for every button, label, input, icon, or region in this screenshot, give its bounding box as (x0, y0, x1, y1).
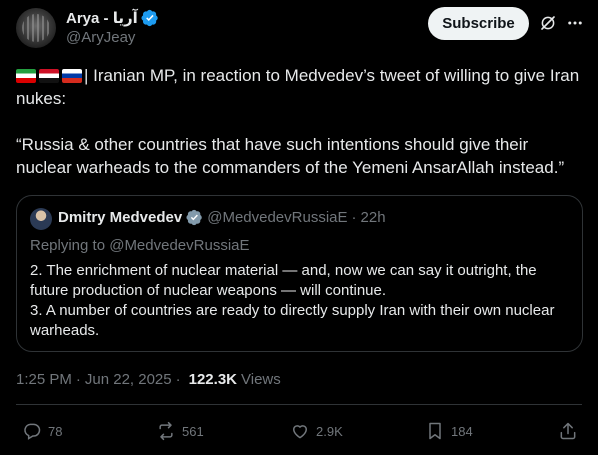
verified-badge-icon (141, 9, 158, 27)
quoted-tweet-time: 22h (360, 209, 386, 226)
replying-to: Replying to @MedvedevRussiaE (30, 237, 250, 254)
like-count: 2.9K (316, 423, 343, 439)
tweet-meta: 1:25 PM · Jun 22, 2025 · 122.3K Views (16, 371, 281, 388)
quoted-tweet-header: Dmitry Medvedev @MedvedevRussiaE · 22h (58, 209, 386, 226)
like-button[interactable]: 2.9K (290, 420, 343, 442)
author-avatar[interactable] (16, 8, 56, 48)
quoted-author-name: Dmitry Medvedev (58, 209, 183, 226)
reply-count: 78 (48, 423, 63, 439)
quoted-author-avatar (30, 208, 52, 230)
quoted-body-line-2: 3. A number of countries are ready to di… (30, 302, 555, 339)
heart-icon (293, 425, 307, 439)
share-icon (560, 422, 576, 440)
russia-flag-icon (62, 69, 82, 83)
more-icon[interactable] (566, 14, 584, 32)
repost-icon (159, 421, 173, 441)
tweet-line-1: | Iranian MP, in reaction to Medvedev’s … (16, 66, 580, 108)
repost-button[interactable]: 561 (156, 420, 204, 442)
flag-emojis (16, 69, 82, 83)
reply-button[interactable]: 78 (22, 420, 62, 442)
share-button[interactable] (558, 420, 578, 442)
author-name-row[interactable]: Arya - آریا (66, 8, 159, 28)
bookmark-count: 184 (451, 423, 473, 439)
iran-flag-icon (16, 69, 36, 83)
repost-count: 561 (182, 423, 204, 439)
quoted-tweet-body: 2. The enrichment of nuclear material — … (30, 261, 570, 341)
tweet-text: | Iranian MP, in reaction to Medvedev’s … (16, 64, 582, 179)
views-label: Views (241, 371, 281, 388)
tweet-paragraph-1: | Iranian MP, in reaction to Medvedev’s … (16, 64, 582, 110)
tweet-paragraph-2: “Russia & other countries that have such… (16, 135, 565, 177)
yemen-flag-icon (39, 69, 59, 83)
grok-icon[interactable] (539, 14, 557, 32)
divider (16, 404, 582, 405)
separator-dot: · (351, 209, 357, 226)
quoted-author-handle: @MedvedevRussiaE (207, 209, 348, 226)
author-handle[interactable]: @AryJeay (66, 29, 135, 46)
bookmark-icon (429, 422, 441, 440)
quoted-body-line-1: 2. The enrichment of nuclear material — … (30, 262, 537, 299)
subscribe-button[interactable]: Subscribe (428, 7, 529, 40)
author-display-name[interactable]: Arya - آریا (66, 9, 138, 27)
views-count: 122.3K (188, 371, 237, 388)
verified-badge-icon (186, 209, 202, 226)
tweet-date[interactable]: Jun 22, 2025 (85, 371, 172, 388)
tweet-time[interactable]: 1:25 PM (16, 371, 72, 388)
separator-dot: · (175, 371, 181, 388)
separator-dot: · (75, 371, 81, 388)
reply-icon (24, 423, 41, 440)
bookmark-button[interactable]: 184 (425, 420, 473, 442)
quoted-tweet[interactable]: Dmitry Medvedev @MedvedevRussiaE · 22h R… (16, 195, 583, 352)
